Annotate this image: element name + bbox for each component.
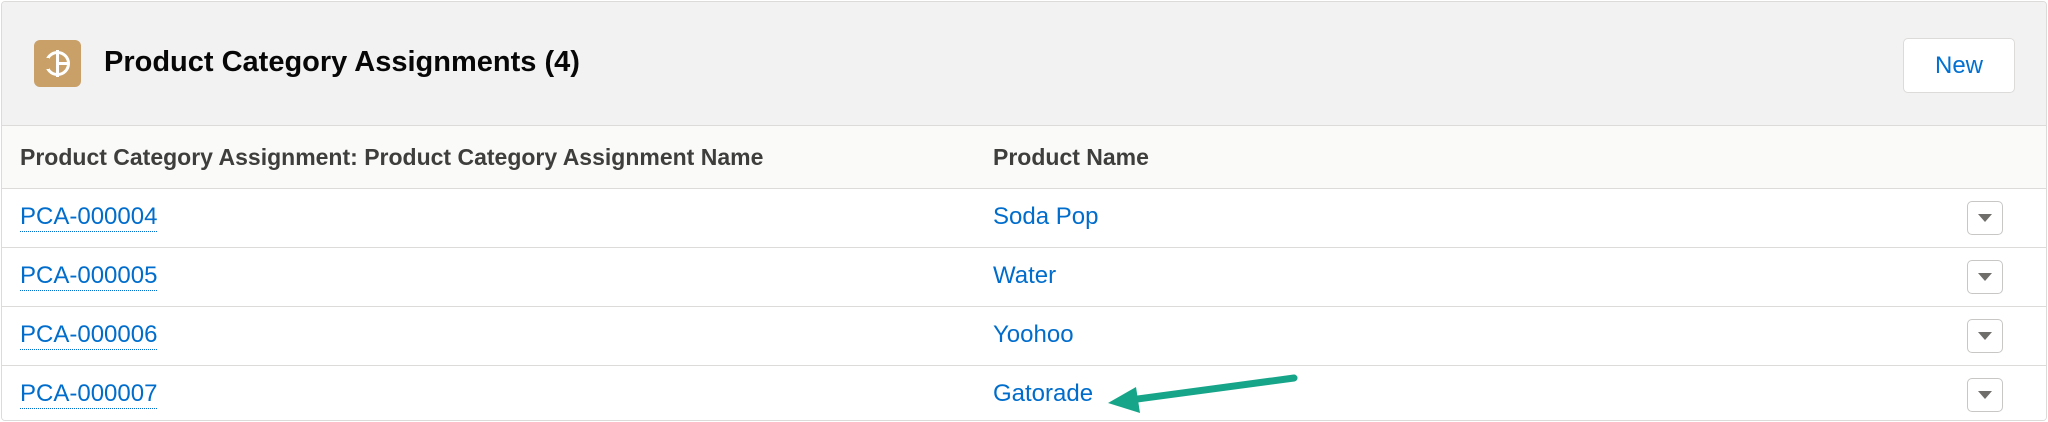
column-header-product-name[interactable]: Product Name	[993, 144, 1149, 171]
assignment-name-link[interactable]: PCA-000005	[20, 262, 158, 291]
assignment-name-link[interactable]: PCA-000004	[20, 203, 158, 232]
assignment-name-link[interactable]: PCA-000007	[20, 380, 158, 409]
row-action-button[interactable]	[1967, 201, 2003, 235]
product-category-icon	[34, 40, 81, 87]
product-name-link[interactable]: Gatorade	[993, 380, 1093, 408]
column-header-assignment-name[interactable]: Product Category Assignment: Product Cat…	[20, 144, 763, 171]
chevron-down-icon	[1978, 273, 1992, 281]
table-row: PCA-000006 Yoohoo	[2, 307, 2046, 366]
row-action-button[interactable]	[1967, 378, 2003, 412]
chevron-down-icon	[1978, 391, 1992, 399]
product-name-link[interactable]: Yoohoo	[993, 321, 1074, 349]
assignment-name-link[interactable]: PCA-000006	[20, 321, 158, 350]
chevron-down-icon	[1978, 214, 1992, 222]
table-header: Product Category Assignment: Product Cat…	[2, 126, 2046, 189]
product-name-link[interactable]: Soda Pop	[993, 203, 1098, 231]
card-header: Product Category Assignments (4) New	[2, 2, 2046, 126]
table-row: PCA-000007 Gatorade	[2, 366, 2046, 420]
table-row: PCA-000005 Water	[2, 248, 2046, 307]
row-action-button[interactable]	[1967, 260, 2003, 294]
annotation-arrow-icon	[1108, 374, 1298, 413]
table-row: PCA-000004 Soda Pop	[2, 189, 2046, 248]
product-name-link[interactable]: Water	[993, 262, 1056, 290]
new-button[interactable]: New	[1903, 38, 2015, 93]
row-action-button[interactable]	[1967, 319, 2003, 353]
page-title: Product Category Assignments (4)	[104, 46, 580, 78]
chevron-down-icon	[1978, 332, 1992, 340]
related-list-card: Product Category Assignments (4) New Pro…	[1, 1, 2047, 421]
